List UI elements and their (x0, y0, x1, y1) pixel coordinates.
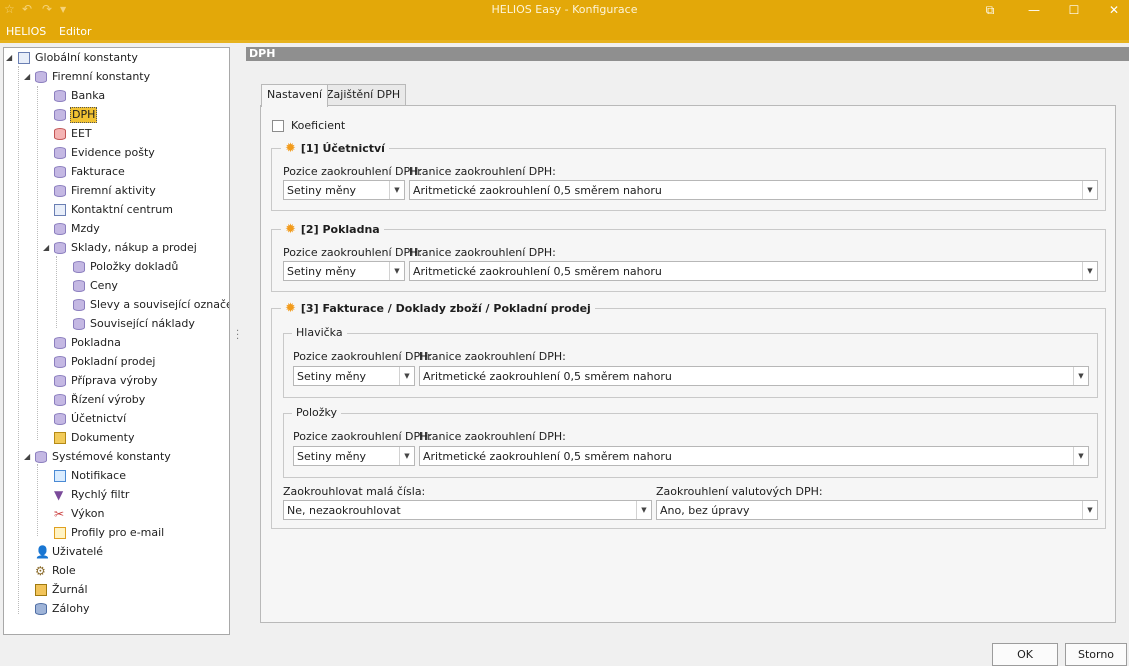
maximize-button[interactable]: ☐ (1062, 1, 1086, 19)
tab-zajisteni-dph[interactable]: Zajištění DPH (320, 84, 407, 106)
label-hranice: Hranice zaokrouhlení DPH: (409, 165, 556, 178)
backup-icon (35, 603, 47, 615)
database-icon (54, 166, 66, 178)
subgroup-hlavicka: Hlavička Pozice zaokrouhlení DPH: Hranic… (283, 326, 1098, 398)
pozice-select[interactable]: Setiny měny ▼ (283, 261, 405, 281)
chevron-down-icon[interactable]: ▼ (389, 181, 404, 199)
database-icon (54, 337, 66, 349)
chevron-down-icon[interactable]: ▼ (636, 501, 651, 519)
star-icon: ✹ (285, 301, 296, 316)
tab-nastaveni[interactable]: Nastavení (261, 84, 329, 107)
chevron-down-icon[interactable]: ▼ (1082, 262, 1097, 280)
database-icon (54, 109, 66, 121)
group-ucetnictvi: ✹ [1] Účetnictví Pozice zaokrouhlení DPH:… (271, 141, 1106, 211)
collapse-icon[interactable]: ◢ (24, 452, 30, 461)
chevron-down-icon[interactable]: ▼ (399, 367, 414, 385)
menu-bar: HELIOS Editor (0, 20, 1129, 43)
label-pozice: Pozice zaokrouhlení DPH: (283, 246, 423, 259)
database-icon (54, 394, 66, 406)
section-header: DPH (246, 47, 1129, 61)
restore-icon[interactable]: ⧉ (978, 1, 1002, 19)
database-icon (54, 223, 66, 235)
chevron-down-icon[interactable]: ▼ (1082, 501, 1097, 519)
koeficient-checkbox[interactable] (272, 120, 284, 132)
collapse-icon[interactable]: ◢ (6, 53, 12, 62)
journal-icon (35, 584, 47, 596)
chat-icon (54, 470, 66, 482)
label-valutove: Zaokrouhlení valutových DPH: (656, 485, 823, 498)
subgroup-title: Položky (292, 406, 342, 419)
hranice-select[interactable]: Aritmetické zaokrouhlení 0,5 směrem naho… (409, 180, 1098, 200)
star-icon: ✹ (285, 141, 296, 156)
menu-editor[interactable]: Editor (59, 25, 92, 38)
title-bar: ☆ ↶ ↷ ▼ HELIOS Easy - Konfigurace ⧉ — ☐ … (0, 0, 1129, 20)
database-icon (35, 71, 47, 83)
database-icon (73, 261, 85, 273)
database-icon (54, 242, 66, 254)
chevron-down-icon[interactable]: ▼ (1073, 447, 1088, 465)
settings-panel: Koeficient ✹ [1] Účetnictví Pozice zaokro… (260, 105, 1116, 623)
window-title: HELIOS Easy - Konfigurace (491, 3, 638, 16)
role-icon: ⚙ (35, 564, 46, 578)
subgroup-polozky: Položky Pozice zaokrouhlení DPH: Hranice… (283, 406, 1098, 478)
group-title: ✹ [1] Účetnictví (281, 141, 389, 156)
storno-button[interactable]: Storno (1065, 643, 1127, 666)
close-button[interactable]: ✕ (1102, 1, 1126, 19)
database-icon (73, 280, 85, 292)
database-icon (54, 128, 66, 140)
database-icon (54, 147, 66, 159)
tools-icon: ✂ (54, 507, 65, 521)
filter-icon: ▼ (54, 488, 64, 502)
male-cisla-select[interactable]: Ne, nezaokrouhlovat ▼ (283, 500, 652, 520)
label-pozice: Pozice zaokrouhlení DPH: (283, 165, 423, 178)
chevron-down-icon[interactable]: ▼ (1073, 367, 1088, 385)
hranice-select[interactable]: Aritmetické zaokrouhlení 0,5 směrem naho… (419, 446, 1089, 466)
database-icon (54, 413, 66, 425)
database-icon (73, 318, 85, 330)
database-icon (35, 451, 47, 463)
collapse-icon[interactable]: ◢ (43, 243, 49, 252)
pozice-select[interactable]: Setiny měny ▼ (283, 180, 405, 200)
menu-helios[interactable]: HELIOS (6, 25, 46, 38)
minimize-button[interactable]: — (1022, 1, 1046, 19)
label-pozice: Pozice zaokrouhlení DPH: (293, 430, 433, 443)
document-icon (18, 52, 30, 64)
database-icon (73, 299, 85, 311)
ok-button[interactable]: OK (992, 643, 1058, 666)
label-male-cisla: Zaokrouhlovat malá čísla: (283, 485, 426, 498)
pozice-select[interactable]: Setiny měny ▼ (293, 446, 415, 466)
valutove-select[interactable]: Ano, bez úpravy ▼ (656, 500, 1098, 520)
folder-icon (54, 432, 66, 444)
user-icon: 👤 (35, 545, 50, 559)
hranice-select[interactable]: Aritmetické zaokrouhlení 0,5 směrem naho… (419, 366, 1089, 386)
label-hranice: Hranice zaokrouhlení DPH: (419, 430, 566, 443)
group-title: ✹ [3] Fakturace / Doklady zboží / Pokladn… (281, 301, 595, 316)
chevron-down-icon[interactable]: ▼ (389, 262, 404, 280)
label-hranice: Hranice zaokrouhlení DPH: (419, 350, 566, 363)
database-icon (54, 90, 66, 102)
subgroup-title: Hlavička (292, 326, 347, 339)
star-icon: ✹ (285, 222, 296, 237)
database-icon (54, 185, 66, 197)
group-fakturace: ✹ [3] Fakturace / Doklady zboží / Pokladn… (271, 301, 1106, 529)
pozice-select[interactable]: Setiny měny ▼ (293, 366, 415, 386)
group-title: ✹ [2] Pokladna (281, 222, 384, 237)
splitter-handle[interactable]: · · · (236, 327, 239, 345)
label-hranice: Hranice zaokrouhlení DPH: (409, 246, 556, 259)
collapse-icon[interactable]: ◢ (24, 72, 30, 81)
navigation-tree: ◢ Globální konstanty ◢ Firemní konstanty… (3, 47, 230, 635)
chevron-down-icon[interactable]: ▼ (1082, 181, 1097, 199)
database-icon (54, 356, 66, 368)
label-pozice: Pozice zaokrouhlení DPH: (293, 350, 433, 363)
email-icon (54, 527, 66, 539)
group-pokladna: ✹ [2] Pokladna Pozice zaokrouhlení DPH: H… (271, 222, 1106, 292)
database-icon (54, 375, 66, 387)
document-icon (54, 204, 66, 216)
hranice-select[interactable]: Aritmetické zaokrouhlení 0,5 směrem naho… (409, 261, 1098, 281)
koeficient-label: Koeficient (291, 119, 346, 132)
chevron-down-icon[interactable]: ▼ (399, 447, 414, 465)
